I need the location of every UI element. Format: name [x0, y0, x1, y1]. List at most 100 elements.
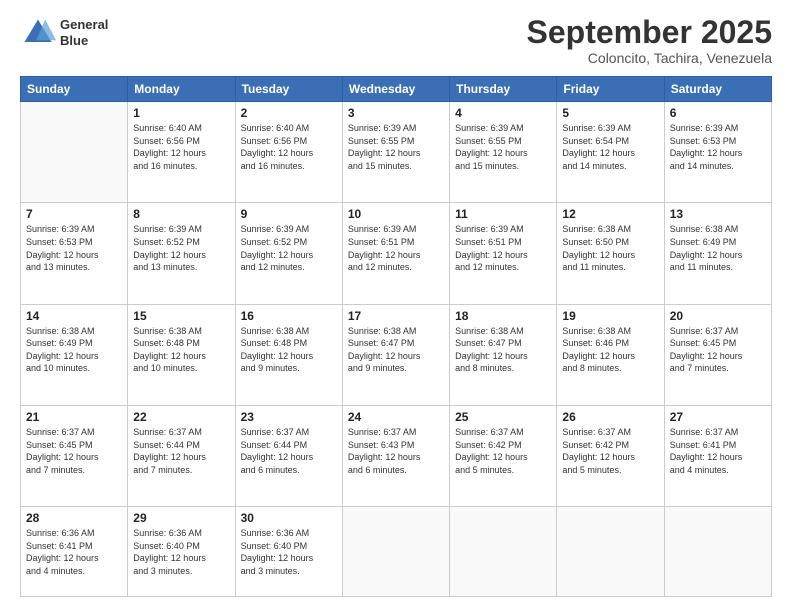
day-number: 27: [670, 410, 766, 424]
day-number: 28: [26, 511, 122, 525]
header: General Blue September 2025 Coloncito, T…: [20, 15, 772, 66]
day-number: 4: [455, 106, 551, 120]
day-number: 11: [455, 207, 551, 221]
calendar-cell: 29 Sunrise: 6:36 AMSunset: 6:40 PMDayligh…: [128, 507, 235, 597]
day-number: 19: [562, 309, 658, 323]
calendar-cell: [21, 102, 128, 203]
day-info: Sunrise: 6:40 AMSunset: 6:56 PMDaylight:…: [241, 122, 337, 172]
calendar: SundayMondayTuesdayWednesdayThursdayFrid…: [20, 76, 772, 597]
day-number: 17: [348, 309, 444, 323]
day-info: Sunrise: 6:38 AMSunset: 6:49 PMDaylight:…: [26, 325, 122, 375]
day-info: Sunrise: 6:38 AMSunset: 6:50 PMDaylight:…: [562, 223, 658, 273]
day-info: Sunrise: 6:38 AMSunset: 6:46 PMDaylight:…: [562, 325, 658, 375]
subtitle: Coloncito, Tachira, Venezuela: [527, 50, 772, 66]
calendar-cell: [450, 507, 557, 597]
calendar-cell: 17 Sunrise: 6:38 AMSunset: 6:47 PMDayligh…: [342, 304, 449, 405]
day-info: Sunrise: 6:36 AMSunset: 6:41 PMDaylight:…: [26, 527, 122, 577]
calendar-cell: 4Sunrise: 6:39 AMSunset: 6:55 PMDaylight…: [450, 102, 557, 203]
calendar-cell: 26Sunrise: 6:37 AMSunset: 6:42 PMDayligh…: [557, 405, 664, 506]
day-info: Sunrise: 6:39 AMSunset: 6:52 PMDaylight:…: [133, 223, 229, 273]
day-number: 23: [241, 410, 337, 424]
day-number: 13: [670, 207, 766, 221]
day-number: 7: [26, 207, 122, 221]
day-info: Sunrise: 6:39 AMSunset: 6:53 PMDaylight:…: [26, 223, 122, 273]
day-info: Sunrise: 6:40 AMSunset: 6:56 PMDaylight:…: [133, 122, 229, 172]
day-info: Sunrise: 6:37 AMSunset: 6:45 PMDaylight:…: [670, 325, 766, 375]
calendar-cell: 12 Sunrise: 6:38 AMSunset: 6:50 PMDayligh…: [557, 203, 664, 304]
logo-line1: General: [60, 17, 108, 33]
day-number: 15: [133, 309, 229, 323]
day-number: 20: [670, 309, 766, 323]
day-number: 9: [241, 207, 337, 221]
day-number: 14: [26, 309, 122, 323]
calendar-cell: 24Sunrise: 6:37 AMSunset: 6:43 PMDayligh…: [342, 405, 449, 506]
calendar-cell: [664, 507, 771, 597]
calendar-week-row: 28 Sunrise: 6:36 AMSunset: 6:41 PMDayligh…: [21, 507, 772, 597]
calendar-cell: 22 Sunrise: 6:37 AMSunset: 6:44 PMDayligh…: [128, 405, 235, 506]
day-number: 30: [241, 511, 337, 525]
day-info: Sunrise: 6:39 AMSunset: 6:55 PMDaylight:…: [348, 122, 444, 172]
weekday-row: SundayMondayTuesdayWednesdayThursdayFrid…: [21, 77, 772, 102]
calendar-week-row: 7 Sunrise: 6:39 AMSunset: 6:53 PMDaylight…: [21, 203, 772, 304]
calendar-header: SundayMondayTuesdayWednesdayThursdayFrid…: [21, 77, 772, 102]
calendar-cell: 20 Sunrise: 6:37 AMSunset: 6:45 PMDayligh…: [664, 304, 771, 405]
main-title: September 2025: [527, 15, 772, 50]
day-info: Sunrise: 6:38 AMSunset: 6:47 PMDaylight:…: [348, 325, 444, 375]
calendar-cell: 13Sunrise: 6:38 AMSunset: 6:49 PMDayligh…: [664, 203, 771, 304]
day-number: 25: [455, 410, 551, 424]
day-info: Sunrise: 6:36 AMSunset: 6:40 PMDaylight:…: [133, 527, 229, 577]
calendar-week-row: 14 Sunrise: 6:38 AMSunset: 6:49 PMDayligh…: [21, 304, 772, 405]
calendar-cell: 19 Sunrise: 6:38 AMSunset: 6:46 PMDayligh…: [557, 304, 664, 405]
day-number: 12: [562, 207, 658, 221]
day-number: 3: [348, 106, 444, 120]
calendar-cell: 27 Sunrise: 6:37 AMSunset: 6:41 PMDayligh…: [664, 405, 771, 506]
day-info: Sunrise: 6:37 AMSunset: 6:43 PMDaylight:…: [348, 426, 444, 476]
day-number: 26: [562, 410, 658, 424]
weekday-header: Thursday: [450, 77, 557, 102]
logo-line2: Blue: [60, 33, 108, 49]
weekday-header: Tuesday: [235, 77, 342, 102]
calendar-cell: 16 Sunrise: 6:38 AMSunset: 6:48 PMDayligh…: [235, 304, 342, 405]
calendar-cell: 5Sunrise: 6:39 AMSunset: 6:54 PMDaylight…: [557, 102, 664, 203]
calendar-body: 1 Sunrise: 6:40 AMSunset: 6:56 PMDaylight…: [21, 102, 772, 597]
day-info: Sunrise: 6:37 AMSunset: 6:45 PMDaylight:…: [26, 426, 122, 476]
calendar-cell: 30Sunrise: 6:36 AMSunset: 6:40 PMDayligh…: [235, 507, 342, 597]
calendar-cell: 3 Sunrise: 6:39 AMSunset: 6:55 PMDaylight…: [342, 102, 449, 203]
calendar-cell: 15 Sunrise: 6:38 AMSunset: 6:48 PMDayligh…: [128, 304, 235, 405]
logo-text: General Blue: [60, 17, 108, 48]
calendar-cell: 10Sunrise: 6:39 AMSunset: 6:51 PMDayligh…: [342, 203, 449, 304]
calendar-cell: 25 Sunrise: 6:37 AMSunset: 6:42 PMDayligh…: [450, 405, 557, 506]
calendar-cell: 8 Sunrise: 6:39 AMSunset: 6:52 PMDaylight…: [128, 203, 235, 304]
day-info: Sunrise: 6:38 AMSunset: 6:47 PMDaylight:…: [455, 325, 551, 375]
day-number: 21: [26, 410, 122, 424]
day-info: Sunrise: 6:37 AMSunset: 6:42 PMDaylight:…: [455, 426, 551, 476]
title-area: September 2025 Coloncito, Tachira, Venez…: [527, 15, 772, 66]
calendar-cell: 7 Sunrise: 6:39 AMSunset: 6:53 PMDaylight…: [21, 203, 128, 304]
day-number: 18: [455, 309, 551, 323]
day-number: 22: [133, 410, 229, 424]
calendar-cell: 1 Sunrise: 6:40 AMSunset: 6:56 PMDaylight…: [128, 102, 235, 203]
day-info: Sunrise: 6:39 AMSunset: 6:51 PMDaylight:…: [455, 223, 551, 273]
day-number: 29: [133, 511, 229, 525]
weekday-header: Saturday: [664, 77, 771, 102]
day-info: Sunrise: 6:37 AMSunset: 6:41 PMDaylight:…: [670, 426, 766, 476]
calendar-cell: 21 Sunrise: 6:37 AMSunset: 6:45 PMDayligh…: [21, 405, 128, 506]
day-info: Sunrise: 6:37 AMSunset: 6:44 PMDaylight:…: [133, 426, 229, 476]
day-number: 8: [133, 207, 229, 221]
day-number: 2: [241, 106, 337, 120]
calendar-cell: 6Sunrise: 6:39 AMSunset: 6:53 PMDaylight…: [664, 102, 771, 203]
calendar-week-row: 1 Sunrise: 6:40 AMSunset: 6:56 PMDaylight…: [21, 102, 772, 203]
day-number: 1: [133, 106, 229, 120]
weekday-header: Monday: [128, 77, 235, 102]
calendar-cell: 14 Sunrise: 6:38 AMSunset: 6:49 PMDayligh…: [21, 304, 128, 405]
calendar-week-row: 21 Sunrise: 6:37 AMSunset: 6:45 PMDayligh…: [21, 405, 772, 506]
day-info: Sunrise: 6:38 AMSunset: 6:48 PMDaylight:…: [133, 325, 229, 375]
day-info: Sunrise: 6:39 AMSunset: 6:53 PMDaylight:…: [670, 122, 766, 172]
weekday-header: Friday: [557, 77, 664, 102]
day-number: 10: [348, 207, 444, 221]
calendar-cell: [557, 507, 664, 597]
weekday-header: Sunday: [21, 77, 128, 102]
day-info: Sunrise: 6:38 AMSunset: 6:48 PMDaylight:…: [241, 325, 337, 375]
day-number: 16: [241, 309, 337, 323]
day-number: 5: [562, 106, 658, 120]
